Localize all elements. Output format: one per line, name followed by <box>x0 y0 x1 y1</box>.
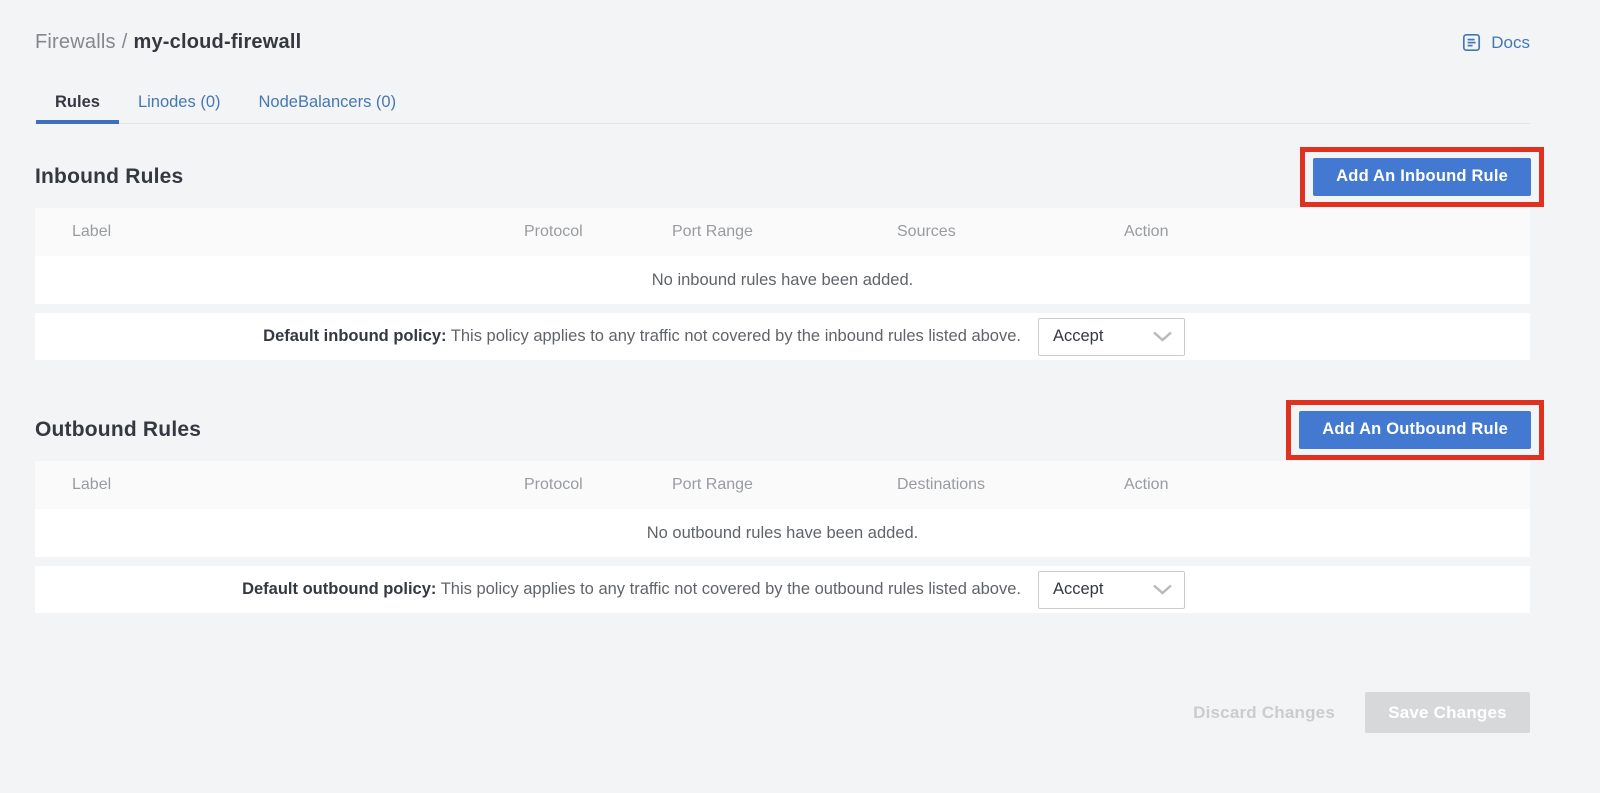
inbound-empty-message: No inbound rules have been added. <box>652 271 913 290</box>
highlight-box-inbound: Add An Inbound Rule <box>1300 147 1544 207</box>
outbound-column-port-range: Port Range <box>635 476 860 494</box>
breadcrumb-firewalls-link[interactable]: Firewalls <box>35 31 116 53</box>
chevron-down-icon <box>1152 584 1173 595</box>
outbound-rules-title: Outbound Rules <box>35 418 201 442</box>
inbound-column-label: Label <box>35 223 487 241</box>
inbound-empty-row: No inbound rules have been added. <box>35 256 1530 304</box>
outbound-column-destinations: Destinations <box>860 476 1087 494</box>
inbound-section-header: Inbound Rules Add An Inbound Rule <box>35 145 1530 208</box>
outbound-policy-row: Default outbound policy: This policy app… <box>35 566 1530 613</box>
inbound-policy-selected-value: Accept <box>1053 327 1103 346</box>
inbound-policy-description: This policy applies to any traffic not c… <box>451 327 1021 345</box>
outbound-rules-table: Label Protocol Port Range Destinations A… <box>35 461 1530 613</box>
save-changes-button[interactable]: Save Changes <box>1365 692 1530 733</box>
add-inbound-rule-button[interactable]: Add An Inbound Rule <box>1313 158 1531 196</box>
breadcrumb-current-firewall: my-cloud-firewall <box>133 31 301 53</box>
chevron-down-icon <box>1152 331 1173 342</box>
inbound-column-action: Action <box>1087 223 1530 241</box>
outbound-empty-message: No outbound rules have been added. <box>647 524 919 543</box>
tab-bar: Rules Linodes (0) NodeBalancers (0) <box>35 81 1530 124</box>
inbound-rules-table: Label Protocol Port Range Sources Action… <box>35 208 1530 360</box>
document-icon <box>1461 32 1482 53</box>
outbound-section-header: Outbound Rules Add An Outbound Rule <box>35 398 1530 461</box>
tab-rules[interactable]: Rules <box>36 81 119 123</box>
add-outbound-rule-button[interactable]: Add An Outbound Rule <box>1299 411 1531 449</box>
outbound-policy-select[interactable]: Accept <box>1038 571 1185 609</box>
breadcrumb: Firewalls /my-cloud-firewall <box>35 31 301 54</box>
inbound-column-sources: Sources <box>860 223 1087 241</box>
outbound-policy-selected-value: Accept <box>1053 580 1103 599</box>
outbound-policy-description: This policy applies to any traffic not c… <box>441 580 1021 598</box>
tab-linodes[interactable]: Linodes (0) <box>119 81 240 123</box>
outbound-policy-label: Default outbound policy: <box>242 580 436 598</box>
outbound-column-action: Action <box>1087 476 1530 494</box>
topbar: Firewalls /my-cloud-firewall Docs <box>35 0 1530 54</box>
docs-link-label: Docs <box>1491 33 1530 53</box>
inbound-column-port-range: Port Range <box>635 223 860 241</box>
docs-link[interactable]: Docs <box>1461 32 1530 53</box>
outbound-empty-row: No outbound rules have been added. <box>35 509 1530 557</box>
outbound-table-header: Label Protocol Port Range Destinations A… <box>35 461 1530 509</box>
outbound-column-protocol: Protocol <box>487 476 635 494</box>
inbound-rules-title: Inbound Rules <box>35 165 183 189</box>
inbound-policy-label: Default inbound policy: <box>263 327 446 345</box>
breadcrumb-separator: / <box>122 31 128 53</box>
footer-actions: Discard Changes Save Changes <box>35 692 1530 733</box>
inbound-column-protocol: Protocol <box>487 223 635 241</box>
inbound-policy-row: Default inbound policy: This policy appl… <box>35 313 1530 360</box>
outbound-policy-text: Default outbound policy: This policy app… <box>242 580 1021 599</box>
inbound-policy-text: Default inbound policy: This policy appl… <box>263 327 1021 346</box>
inbound-policy-select[interactable]: Accept <box>1038 318 1185 356</box>
firewall-detail-page: Firewalls /my-cloud-firewall Docs Rules L… <box>0 0 1600 793</box>
discard-changes-button[interactable]: Discard Changes <box>1193 703 1335 723</box>
highlight-box-outbound: Add An Outbound Rule <box>1286 400 1544 460</box>
tab-nodebalancers[interactable]: NodeBalancers (0) <box>240 81 416 123</box>
inbound-table-header: Label Protocol Port Range Sources Action <box>35 208 1530 256</box>
outbound-column-label: Label <box>35 476 487 494</box>
